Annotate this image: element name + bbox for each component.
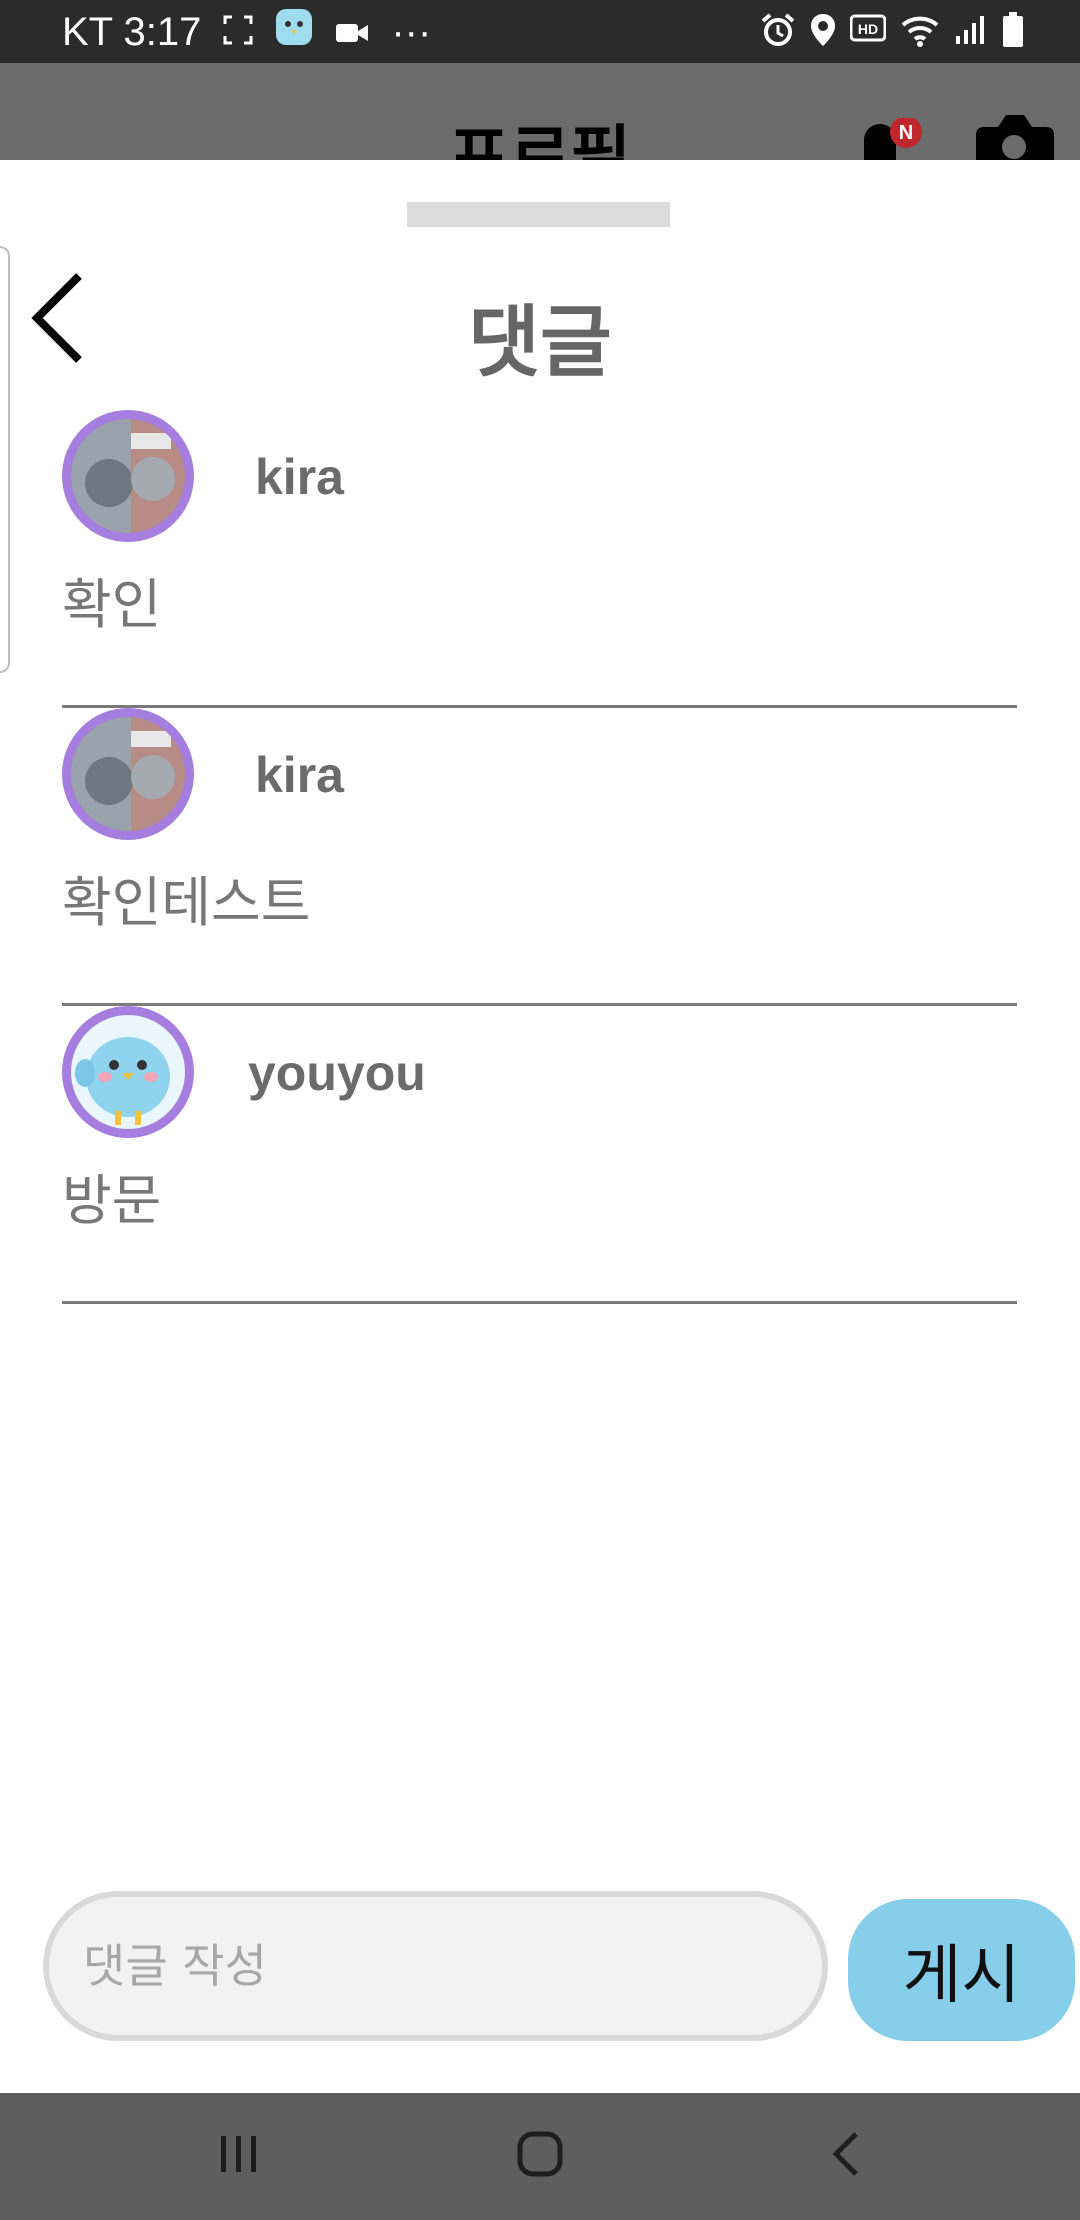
recent-apps-icon xyxy=(217,2134,261,2178)
carrier-time: KT 3:17 xyxy=(62,9,202,54)
bell-icon: N xyxy=(862,116,922,160)
video-camera-icon xyxy=(335,10,369,55)
system-back-button[interactable] xyxy=(800,2121,890,2191)
sheet-title: 댓글 xyxy=(468,298,612,388)
status-right: HD xyxy=(760,8,1024,56)
comment-text: 확인테스트 xyxy=(62,871,311,934)
notification-badge: N xyxy=(899,122,913,144)
camera-icon xyxy=(972,111,1056,160)
location-icon xyxy=(810,13,836,51)
product-photo-avatar xyxy=(71,717,185,831)
hd-label: HD xyxy=(858,21,878,37)
post-button[interactable]: 게시 xyxy=(848,1899,1075,2041)
status-left: KT 3:17 ··· xyxy=(62,8,431,56)
signal-icon xyxy=(954,14,988,50)
avatar[interactable] xyxy=(62,410,194,542)
screenshot-icon xyxy=(223,10,253,55)
recent-apps-button[interactable] xyxy=(194,2121,284,2191)
app-bird-icon xyxy=(275,8,313,56)
drag-handle[interactable] xyxy=(407,202,670,227)
battery-icon xyxy=(1002,12,1024,52)
status-bar: KT 3:17 ··· HD xyxy=(0,0,1080,63)
comment-username[interactable]: kira xyxy=(255,746,344,804)
background-profile-page: 프로필 N xyxy=(0,63,1080,160)
avatar[interactable] xyxy=(62,708,194,840)
wifi-icon xyxy=(900,13,940,51)
blue-bird-avatar xyxy=(71,1015,185,1129)
comment-item: youyou 방문 xyxy=(62,1006,1017,1304)
comments-sheet: 댓글 kira 확인 kira 확인테스트 youyou 방문 xyxy=(0,160,1080,2093)
more-notifications: ··· xyxy=(391,9,432,54)
alarm-icon xyxy=(760,12,796,52)
comment-item: kira 확인테스트 xyxy=(62,708,1017,1006)
comment-input[interactable] xyxy=(43,1891,828,2041)
back-icon xyxy=(830,2131,860,2181)
product-photo-avatar xyxy=(71,419,185,533)
hd-voice-icon: HD xyxy=(849,14,887,50)
comment-item: kira 확인 xyxy=(62,410,1017,708)
home-icon xyxy=(516,2130,564,2182)
comment-text: 확인 xyxy=(62,573,162,636)
comment-text: 방문 xyxy=(62,1169,162,1232)
comment-username[interactable]: youyou xyxy=(248,1044,426,1102)
navigation-bar xyxy=(0,2093,1080,2220)
home-button[interactable] xyxy=(495,2121,585,2191)
comment-username[interactable]: kira xyxy=(255,448,344,506)
avatar[interactable] xyxy=(62,1006,194,1138)
